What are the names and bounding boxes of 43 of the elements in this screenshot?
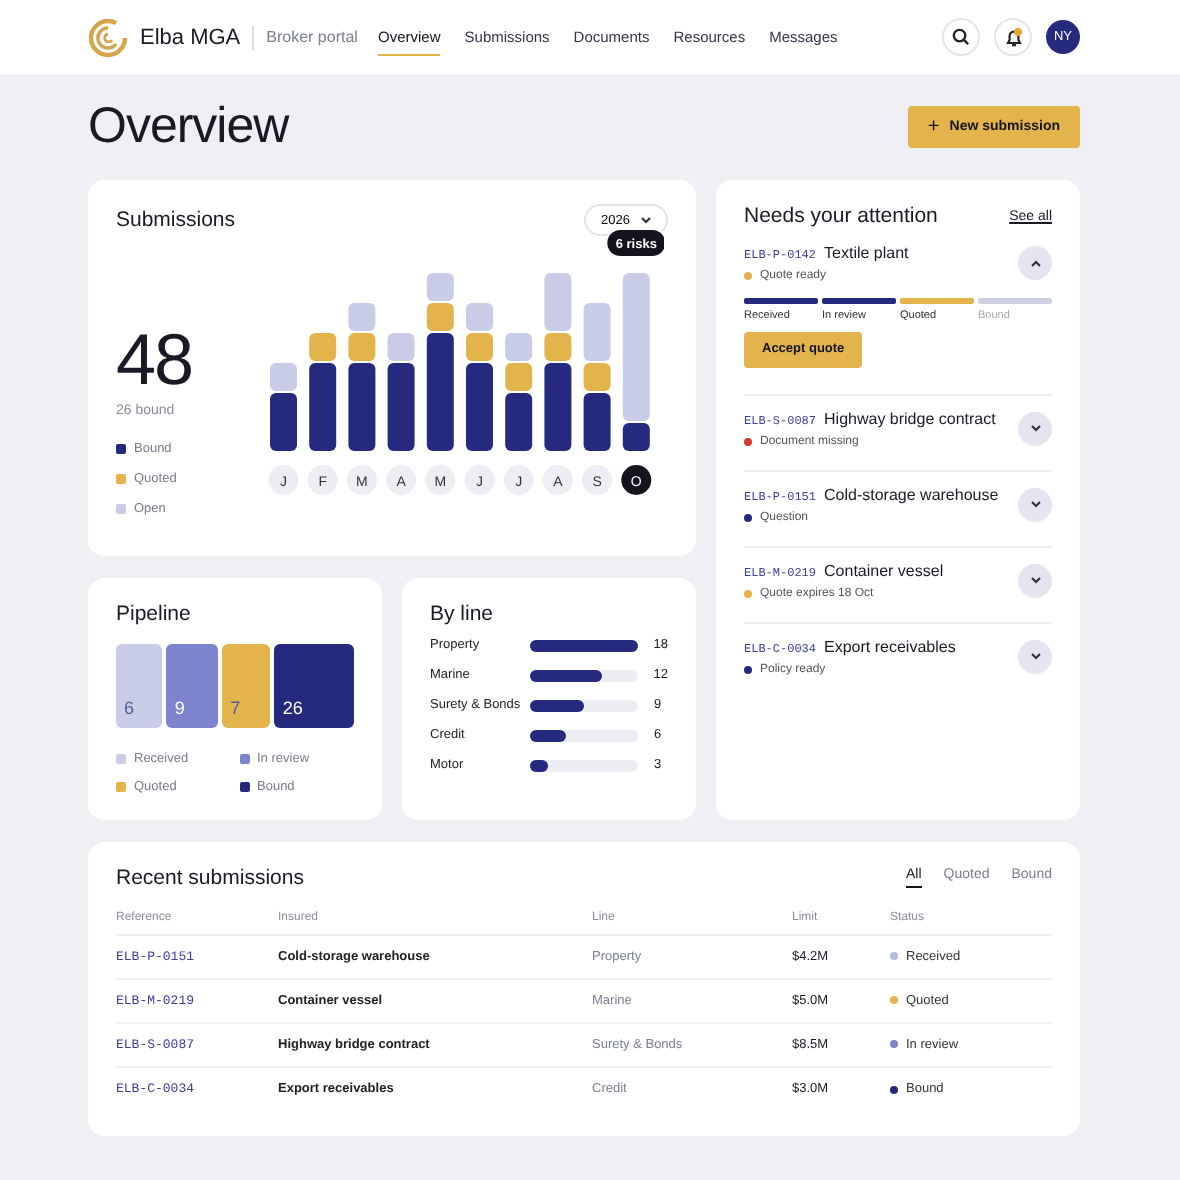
chevron-down-icon: [1027, 648, 1043, 664]
card-title: Submissions: [116, 208, 236, 232]
legend-swatch: [239, 782, 249, 792]
search-icon: [952, 28, 970, 46]
page-title: Overview: [88, 98, 289, 156]
pipeline-block: 26: [274, 644, 355, 728]
stacked-bar: [270, 363, 297, 451]
bell-icon: [1003, 27, 1023, 47]
brand-name: Elba MGA: [140, 25, 241, 49]
expand-toggle[interactable]: [1018, 639, 1052, 673]
card-title: Recent submissions: [116, 866, 304, 890]
card-title: Pipeline: [116, 602, 193, 626]
legend-swatch: [116, 754, 126, 764]
stacked-bar: [309, 333, 337, 451]
total-count: 48: [116, 324, 193, 396]
chevron-down-icon: [638, 212, 654, 228]
card-title: By line: [430, 602, 496, 626]
pipeline-block: 7: [222, 644, 271, 728]
expand-toggle[interactable]: [1018, 246, 1052, 280]
legend-swatch: [116, 782, 126, 792]
pipeline-block: 6: [116, 644, 163, 728]
expand-toggle[interactable]: [1018, 563, 1052, 597]
card-title: Needs your attention: [744, 204, 938, 228]
chevron-down-icon: [1027, 496, 1043, 512]
item-title: Highway bridge contract: [824, 409, 996, 427]
expand-toggle[interactable]: [1018, 487, 1052, 521]
stacked-bar: [387, 333, 415, 451]
item-title: Container vessel: [824, 561, 944, 579]
item-title: Cold-storage warehouse: [824, 485, 999, 503]
chevron-down-icon: [1027, 572, 1043, 588]
stacked-bar: [505, 333, 533, 451]
notifications-button[interactable]: [994, 18, 1032, 56]
logo-icon: [88, 17, 128, 57]
chevron-down-icon: [1027, 420, 1043, 436]
legend-swatch: [239, 754, 249, 764]
item-title: Export receivables: [824, 637, 956, 655]
portal-label: Broker portal: [266, 28, 358, 46]
plus-icon: +: [927, 116, 940, 138]
pipeline-block: 9: [166, 644, 219, 728]
search-button[interactable]: [942, 18, 980, 56]
chevron-up-icon: [1027, 255, 1043, 271]
item-title: Textile plant: [824, 244, 909, 262]
expand-toggle[interactable]: [1018, 411, 1052, 445]
